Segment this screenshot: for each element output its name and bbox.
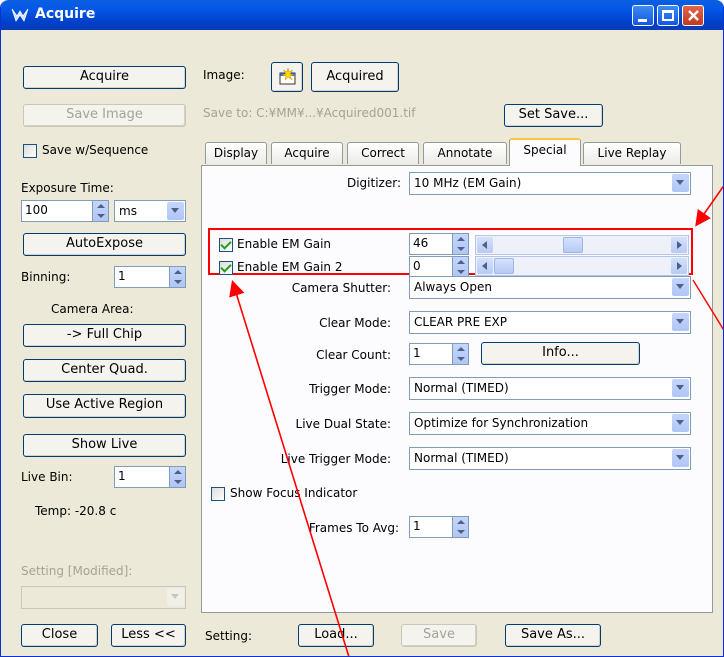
acquire-window: Acquire Acquire Save Image Save w/Sequen… [0, 0, 724, 657]
arrow-to-em-gain-2 [229, 279, 350, 656]
annotation-arrows [229, 185, 723, 656]
arrow-line-right [692, 279, 723, 331]
tab-special[interactable]: Special [509, 138, 581, 166]
arrow-to-em-gain [695, 185, 723, 227]
